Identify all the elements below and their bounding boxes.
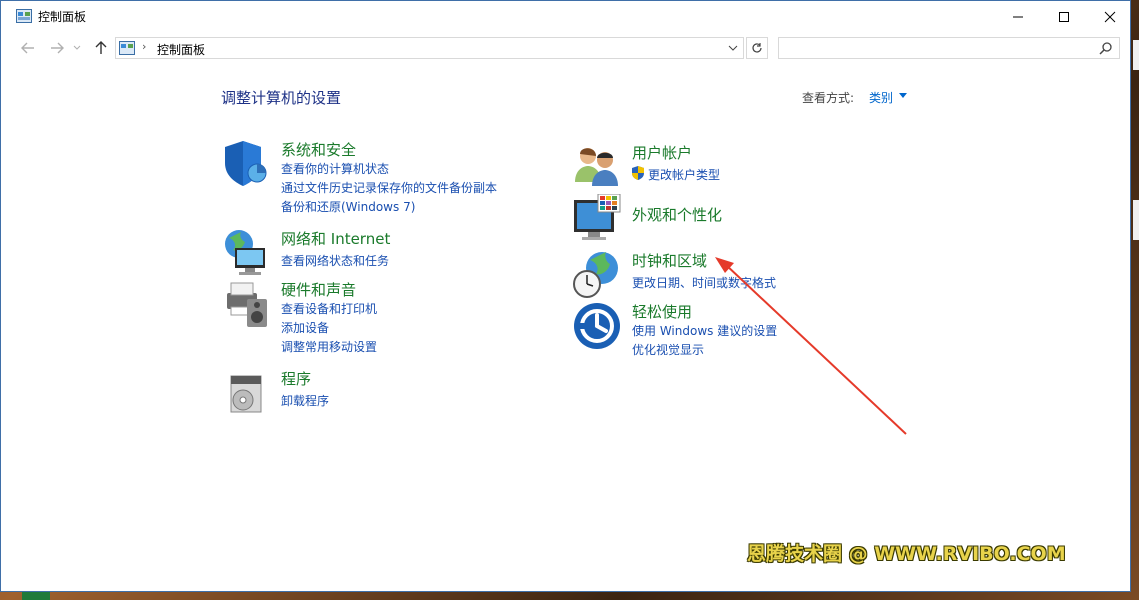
control-panel-window: 控制面板 › 控制面板 调整计算机的设置 查看方式: 类别 系统和安全 查看你的… (0, 0, 1131, 592)
background-window-fragment (1133, 200, 1139, 240)
annotation-arrow (715, 257, 907, 435)
background-window-fragment (1133, 40, 1139, 70)
watermark: 恩腾技术圈 @ WWW.RVIBO.COM (747, 543, 1066, 565)
taskbar-app-icon (22, 592, 50, 600)
